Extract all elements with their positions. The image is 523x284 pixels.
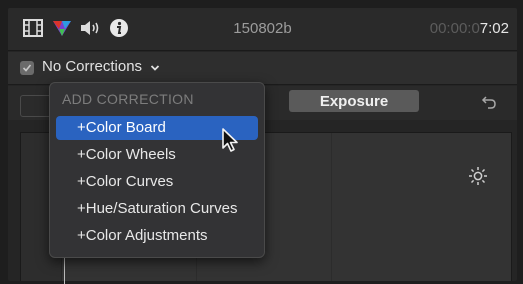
corrections-row: No Corrections bbox=[8, 52, 517, 85]
timecode-bright: 7:02 bbox=[479, 20, 509, 37]
menu-item-hue-saturation-curves[interactable]: +Hue/Saturation Curves bbox=[56, 197, 258, 221]
reset-icon[interactable] bbox=[480, 93, 498, 111]
corrections-popup[interactable]: No Corrections bbox=[42, 58, 160, 76]
add-correction-menu: ADD CORRECTION +Color Board +Color Wheel… bbox=[49, 82, 265, 258]
mouse-pointer-icon bbox=[221, 127, 241, 155]
timecode-dim: 00:00:0 bbox=[429, 20, 480, 37]
timecode: 00:00:07:02 bbox=[430, 8, 509, 50]
menu-header: ADD CORRECTION bbox=[62, 91, 194, 107]
inspector-header: 150802b 00:00:07:02 bbox=[8, 8, 517, 51]
exposure-sun-icon bbox=[468, 166, 488, 186]
grid-line bbox=[331, 133, 332, 281]
correction-checkbox[interactable] bbox=[20, 61, 34, 75]
tab-exposure[interactable]: Exposure bbox=[289, 90, 419, 112]
chevron-down-icon bbox=[150, 59, 160, 76]
menu-item-color-adjustments[interactable]: +Color Adjustments bbox=[56, 224, 258, 248]
menu-item-color-curves[interactable]: +Color Curves bbox=[56, 170, 258, 194]
corrections-label: No Corrections bbox=[42, 58, 143, 75]
